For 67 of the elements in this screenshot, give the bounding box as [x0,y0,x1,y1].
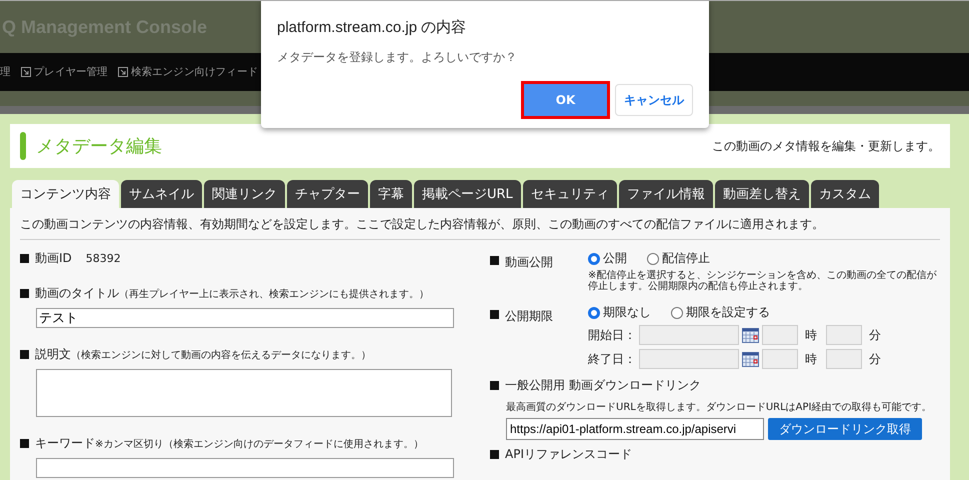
download-note: 最高画質のダウンロードURLを取得します。ダウンロードURLはAPI経由での取得も可能です。 [506,400,932,414]
field-label: 説明文 [35,346,71,363]
radio-option[interactable]: 公開 [588,250,627,267]
radio-button[interactable] [588,252,600,264]
radio-option[interactable]: 期限なし [588,304,651,321]
radio-label: 配信停止 [662,250,710,267]
radio-label: 期限なし [603,304,651,321]
nav-link[interactable]: 理 [0,65,11,79]
nav-link[interactable]: プレイヤー管理 [20,65,108,79]
bullet-icon [490,256,499,265]
tab[interactable]: 動画差し替え [714,180,809,208]
radio-button[interactable] [671,306,683,318]
intro-text: この動画コンテンツの内容情報、有効期間などを設定します。ここで設定した内容情報が、原則、この動画のすべての配信ファイルに適用されます。 [20,216,940,240]
tab[interactable]: 関連リンク [204,180,285,208]
get-link-button[interactable]: ダウンロードリンク取得 [768,418,922,440]
unit-label: 時 [805,350,817,368]
tab[interactable]: ファイル情報 [618,180,713,208]
field-note: （検索エンジンに対して動画の内容を伝えるデータになります。） [71,348,371,362]
tab[interactable]: コンテンツ内容 [12,180,119,208]
calendar-icon[interactable] [742,328,759,342]
title-accent [20,132,26,160]
cancel-button[interactable]: キャンセル [615,84,693,116]
description-textarea[interactable] [36,369,452,417]
title-input[interactable]: テスト [36,308,454,328]
page-title: メタデータ編集 [36,135,162,158]
field-note: ※カンマ区切り（検索エンジン向けのデータフィードに使用されます。） [95,438,424,450]
tab[interactable]: カスタム [810,180,879,208]
page-description: この動画のメタ情報を編集・更新します。 [712,138,940,154]
field-note: （再生プレイヤー上に表示され、検索エンジンにも提供されます。） [119,288,429,300]
field-label: 公開期限 [505,308,553,325]
tab[interactable]: セキュリティ [522,180,617,208]
keywords-input[interactable] [36,458,454,478]
bullet-icon [20,254,29,263]
radio-option[interactable]: 配信停止 [647,250,710,267]
radio-option[interactable]: 期限を設定する [671,304,770,321]
dialog-title: platform.stream.co.jp の内容 [277,18,468,37]
unit-label: 分 [869,326,881,344]
date-label: 開始日： [588,326,636,344]
date-label: 終了日： [588,350,636,368]
unit-label: 時 [805,326,817,344]
tab[interactable]: チャプター [287,180,368,208]
radio-label: 期限を設定する [686,304,770,321]
calendar-icon[interactable] [742,352,759,366]
bullet-icon [20,350,29,359]
bullet-icon [490,381,499,390]
dialog-message: メタデータを登録します。よろしいですか？ [277,49,518,66]
field-label: 動画公開 [505,254,553,271]
tab[interactable]: 掲載ページURL [414,180,521,208]
video-id: 58392 [86,252,121,265]
bullet-icon [20,439,29,448]
bullet-icon [20,289,29,298]
field-label: 一般公開用 動画ダウンロードリンク [505,377,701,394]
field-label: 動画ID [35,250,72,267]
field-label: APIリファレンスコード [505,446,632,463]
radio-label: 公開 [603,250,627,267]
bullet-icon [490,310,499,319]
tab[interactable]: サムネイル [121,180,202,208]
radio-button[interactable] [647,252,659,264]
bullet-icon [490,450,499,459]
radio-button[interactable] [588,306,600,318]
unit-label: 分 [869,350,881,368]
url-input[interactable]: https://api01-platform.stream.co.jp/apiservi [506,418,764,440]
warning-note: ※配信停止を選択すると、シンジケーションを含め、この動画の全ての配信が停止します。公開期限内の配信も停止されます。 [588,270,938,292]
field-label: 動画のタイトル [35,285,119,302]
field-label: キーワード [35,435,95,452]
tab[interactable]: 字幕 [370,180,412,208]
nav-link[interactable]: 検索エンジン向けフィード [118,65,258,79]
